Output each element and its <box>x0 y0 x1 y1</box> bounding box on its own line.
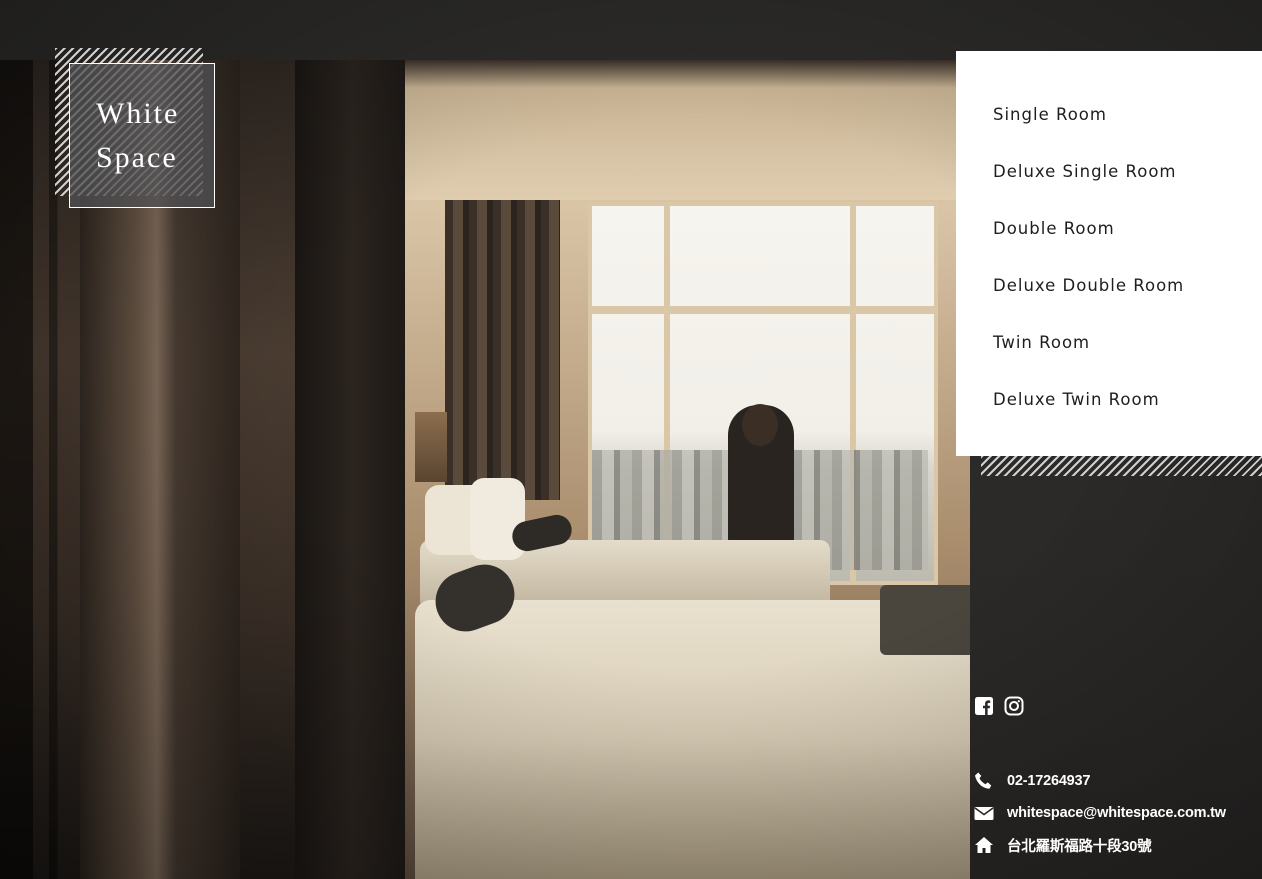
menu-stripe-decoration <box>981 456 1262 476</box>
phone-number[interactable]: 02-17264937 <box>1007 773 1090 789</box>
social-links <box>974 696 1024 716</box>
logo-text-line1: White <box>96 96 180 130</box>
menu-item-deluxe-single-room[interactable]: Deluxe Single Room <box>993 156 1262 213</box>
menu-item-twin-room[interactable]: Twin Room <box>993 327 1262 384</box>
menu-item-deluxe-twin-room[interactable]: Deluxe Twin Room <box>993 384 1262 441</box>
logo-text-line2: Space <box>96 140 178 174</box>
street-address: 台北羅斯福路十段30號 <box>1007 838 1152 855</box>
menu-item-single-room[interactable]: Single Room <box>993 99 1262 156</box>
envelope-icon <box>974 807 994 820</box>
menu-item-double-room[interactable]: Double Room <box>993 213 1262 270</box>
phone-icon <box>975 772 992 789</box>
contact-phone: 02-17264937 <box>974 765 1226 797</box>
instagram-icon[interactable] <box>1004 696 1024 716</box>
menu-item-deluxe-double-room[interactable]: Deluxe Double Room <box>993 270 1262 327</box>
email-address[interactable]: whitespace@whitespace.com.tw <box>1007 805 1226 821</box>
facebook-icon[interactable] <box>974 696 994 716</box>
home-icon <box>975 837 993 853</box>
contact-address: 台北羅斯福路十段30號 <box>974 829 1226 861</box>
room-menu: Single Room Deluxe Single Room Double Ro… <box>956 51 1262 456</box>
contact-email: whitespace@whitespace.com.tw <box>974 797 1226 829</box>
contact-info: 02-17264937 whitespace@whitespace.com.tw… <box>974 765 1226 861</box>
site-logo[interactable]: White Space <box>69 63 215 208</box>
